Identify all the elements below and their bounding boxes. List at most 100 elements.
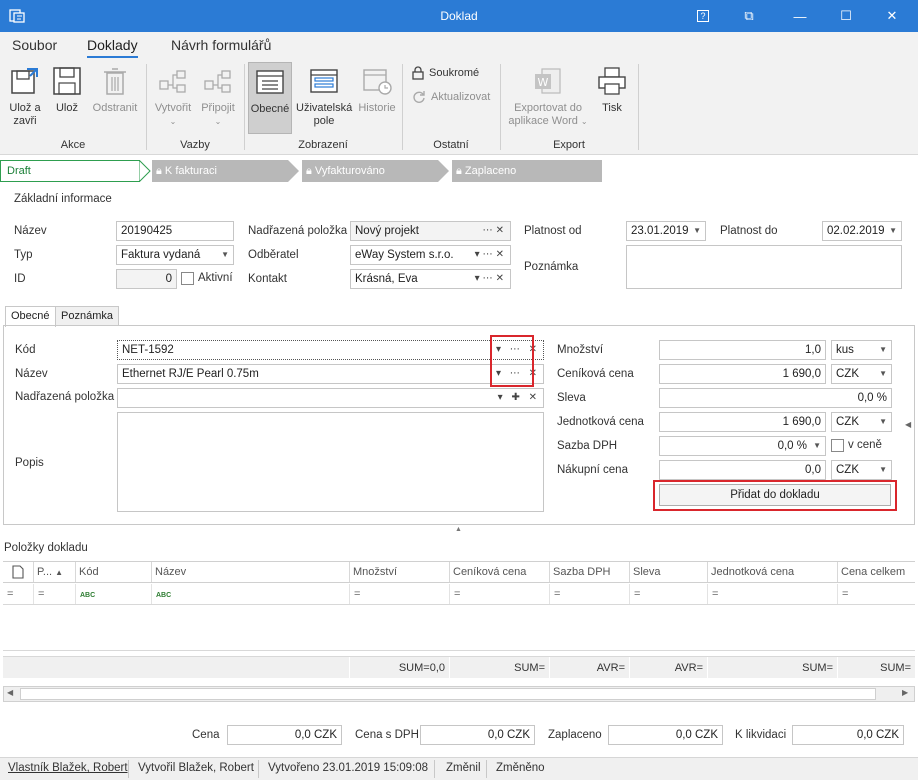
item-parent-field[interactable]: ▾ ✚ ✕ [117, 388, 544, 408]
private-button[interactable]: Soukromé [412, 66, 492, 80]
text-filter-icon: ABC [156, 592, 172, 599]
step-vyfakturovano[interactable]: 🔒︎ Vyfakturováno [302, 160, 438, 182]
active-label: Aktivní [198, 272, 233, 284]
purchase-price-value: 0,0 [805, 464, 821, 476]
tab-obecne[interactable]: Obecné [5, 306, 56, 327]
create-button[interactable]: Vytvořit ⌄ [152, 64, 194, 128]
name-field[interactable]: 20190425 [116, 221, 234, 241]
grid-doc-icon-col[interactable] [3, 562, 33, 582]
filter-cell[interactable]: = [837, 584, 915, 604]
item-parent-buttons[interactable]: ▾ ✚ ✕ [498, 389, 540, 407]
printer-icon [595, 64, 629, 98]
scrollbar-thumb[interactable] [20, 688, 876, 700]
private-label: Soukromé [429, 66, 480, 79]
purchase-price-field[interactable]: 0,0 [659, 460, 826, 480]
view-user-fields-button[interactable]: Uživatelská pole [296, 64, 352, 128]
filter-cell[interactable]: = [33, 584, 75, 604]
unit-price-field[interactable]: 1 690,0 [659, 412, 826, 432]
col-header-jednotkova-cena[interactable]: Jednotková cena [707, 562, 837, 582]
col-header-p[interactable]: P... ▲ [33, 562, 75, 582]
view-general-button[interactable]: Obecné [248, 62, 292, 134]
valid-from-date[interactable]: 23.01.2019 ▼ [626, 221, 706, 241]
type-select[interactable]: Faktura vydaná ▼ [116, 245, 234, 265]
menu-navrh-formularu[interactable]: Návrh formulářů [171, 37, 271, 53]
close-button[interactable]: ✕ [869, 0, 915, 32]
contact-field[interactable]: Krásná, Eva ▾⋯✕ [350, 269, 511, 289]
discount-field[interactable]: 0,0 % [659, 388, 892, 408]
col-header-mnozstvi[interactable]: Množství [349, 562, 449, 582]
delete-button[interactable]: Odstranit [88, 64, 142, 115]
filter-cell[interactable]: = [707, 584, 837, 604]
vat-included-checkbox[interactable] [831, 439, 844, 452]
maximize-button[interactable]: ☐ [823, 0, 869, 32]
view-history-button[interactable]: Historie [356, 64, 398, 115]
customer-field-buttons[interactable]: ▾⋯✕ [475, 246, 507, 264]
item-name-field[interactable]: Ethernet RJ/E Pearl 0.75m ▾ ⋯ ✕ [117, 364, 544, 384]
lock-icon: 🔒︎ [456, 165, 462, 177]
splitter-up-icon[interactable]: ▲ [455, 526, 462, 533]
customer-field[interactable]: eWay System s.r.o. ▾⋯✕ [350, 245, 511, 265]
refresh-button[interactable]: Aktualizovat [412, 90, 498, 104]
filter-cell[interactable]: = [449, 584, 549, 604]
valid-to-date[interactable]: 02.02.2019 ▼ [822, 221, 902, 241]
purchase-price-currency[interactable]: CZK ▼ [831, 460, 892, 480]
filter-cell[interactable]: = [349, 584, 449, 604]
list-price-currency[interactable]: CZK ▼ [831, 364, 892, 384]
horizontal-scrollbar[interactable]: ◀ ▶ [3, 686, 915, 702]
owner-link[interactable]: Vlastník Blažek, Robert [8, 762, 128, 774]
restore-layout-button[interactable]: ⧉ [726, 0, 772, 32]
contact-field-buttons[interactable]: ▾⋯✕ [475, 270, 507, 288]
filter-cell[interactable]: = [3, 584, 33, 604]
item-desc-textarea[interactable] [117, 412, 544, 512]
list-price-field[interactable]: 1 690,0 [659, 364, 826, 384]
step-zaplaceno[interactable]: 🔒︎ Zaplaceno [452, 160, 602, 182]
unit-price-currency[interactable]: CZK ▼ [831, 412, 892, 432]
print-button[interactable]: Tisk [594, 64, 630, 115]
qty-field[interactable]: 1,0 [659, 340, 826, 360]
purchase-price-currency-value: CZK [836, 464, 859, 476]
add-to-document-button[interactable]: Přidat do dokladu [659, 484, 891, 506]
col-header-nazev[interactable]: Název [151, 562, 349, 582]
delete-label: Odstranit [92, 102, 138, 114]
col-header-sleva[interactable]: Sleva [629, 562, 707, 582]
group-vazby-label: Vazby [180, 139, 210, 151]
ribbon-separator [402, 64, 403, 150]
vat-select[interactable]: 0,0 % ▼ [659, 436, 826, 456]
menu-doklady[interactable]: Doklady [87, 37, 138, 58]
qty-unit-select[interactable]: kus ▼ [831, 340, 892, 360]
col-header-cena-celkem[interactable]: Cena celkem [837, 562, 915, 582]
create-relation-icon [156, 64, 190, 98]
to-settle-value: 0,0 CZK [856, 729, 899, 741]
attach-button[interactable]: Připojit ⌄ [198, 64, 238, 128]
parent-field[interactable]: Nový projekt ⋯✕ [350, 221, 511, 241]
id-value: 0 [165, 273, 172, 285]
col-header-sazba-dph[interactable]: Sazba DPH [549, 562, 629, 582]
save-button[interactable]: Ulož [50, 64, 84, 115]
filter-cell[interactable]: = [629, 584, 707, 604]
filter-cell-nazev[interactable]: ABC [151, 584, 349, 604]
item-code-field[interactable]: NET-1592 ▾ ⋯ ✕ [117, 340, 544, 360]
vat-included-label: v ceně [848, 439, 882, 451]
menu-soubor[interactable]: Soubor [12, 37, 57, 53]
tab-poznamka[interactable]: Poznámka [55, 306, 119, 326]
help-button[interactable]: ? [680, 0, 726, 32]
col-header-kod[interactable]: Kód [75, 562, 151, 582]
parent-field-buttons[interactable]: ⋯✕ [483, 222, 507, 240]
export-word-button[interactable]: W Exportovat do aplikace Word ⌄ [504, 64, 592, 128]
active-checkbox[interactable] [181, 272, 194, 285]
step-k-fakturaci[interactable]: 🔒︎ K fakturaci [152, 160, 288, 182]
col-header-cenikova-cena[interactable]: Ceníková cena [449, 562, 549, 582]
export-chevron-icon: ⌄ [580, 117, 588, 126]
save-close-button[interactable]: Ulož a zavři [4, 64, 46, 128]
scroll-right-icon[interactable]: ▶ [902, 688, 908, 697]
total-price-value: 0,0 CZK [294, 729, 337, 741]
filter-cell-kod[interactable]: ABC [75, 584, 151, 604]
print-label: Tisk [602, 102, 622, 114]
scroll-left-icon[interactable]: ◀ [7, 688, 13, 697]
paid-label: Zaplaceno [548, 729, 602, 741]
note-textarea[interactable] [626, 245, 902, 289]
step-draft[interactable]: Draft [0, 160, 140, 182]
collapse-right-icon[interactable]: ◀ [905, 420, 911, 429]
minimize-button[interactable]: — [777, 0, 823, 32]
filter-cell[interactable]: = [549, 584, 629, 604]
